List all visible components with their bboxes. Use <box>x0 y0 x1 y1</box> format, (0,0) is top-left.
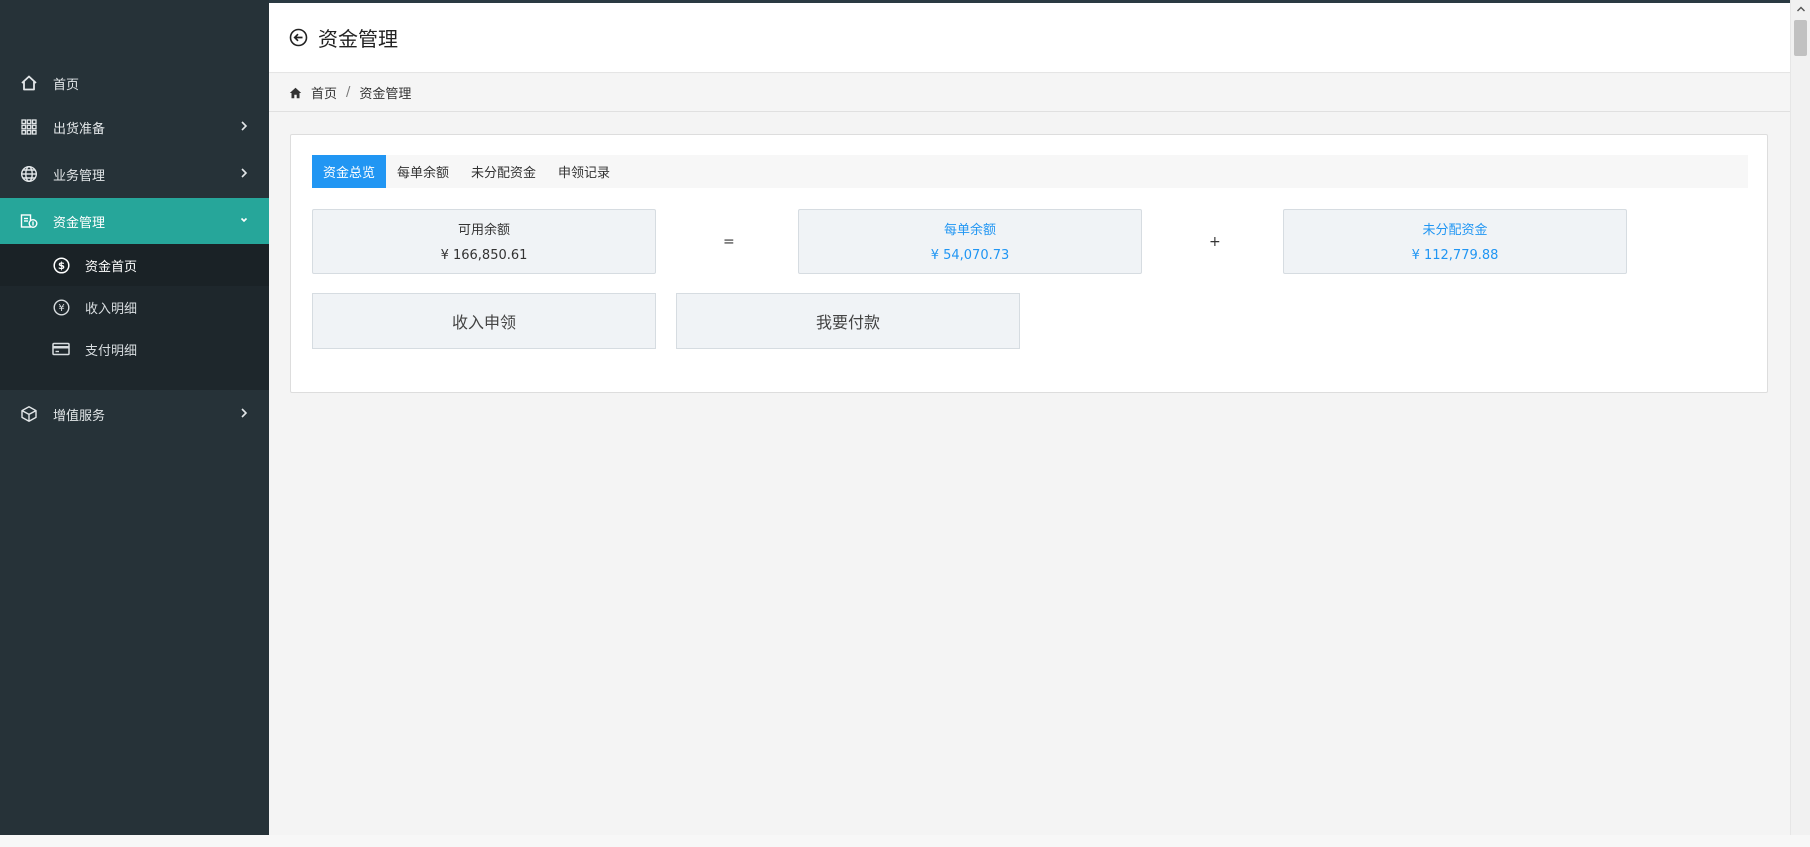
sidebar-subitem-income[interactable]: ¥ 收入明细 <box>0 286 269 328</box>
bottom-strip <box>0 835 1810 847</box>
per-order-balance-value: ¥ 54,070.73 <box>930 248 1010 263</box>
credit-card-icon <box>51 339 71 359</box>
sidebar-item-label: 首页 <box>53 77 80 93</box>
chevron-right-icon <box>239 166 249 184</box>
tab-bar: 资金总览 每单余额 未分配资金 申领记录 <box>312 155 1748 188</box>
breadcrumb-home-link[interactable]: 首页 <box>311 83 337 102</box>
breadcrumb-separator: / <box>346 85 351 100</box>
tab-funds-overview[interactable]: 资金总览 <box>312 155 387 188</box>
breadcrumb-current: 资金管理 <box>359 87 412 102</box>
claim-income-button[interactable]: 收入申领 <box>312 293 656 349</box>
sidebar: 首页 出货准备 业务管理 资金管理 $ 资金首页 ¥ 收入明细 支付明细 增值服… <box>0 0 269 835</box>
page-title: 资金管理 <box>318 27 398 51</box>
chevron-right-icon <box>239 119 249 137</box>
plus-sign: + <box>1209 234 1221 250</box>
funds-overview-panel: 资金总览 每单余额 未分配资金 申领记录 可用余额 ¥ 166,850.61 =… <box>290 134 1768 393</box>
sidebar-item-business[interactable]: 业务管理 <box>0 151 269 197</box>
svg-text:¥: ¥ <box>58 303 64 314</box>
scrollbar-thumb[interactable] <box>1794 20 1807 56</box>
sidebar-item-home[interactable]: 首页 <box>0 60 269 106</box>
available-balance-value: ¥ 166,850.61 <box>440 248 528 263</box>
sidebar-subitem-label: 收入明细 <box>85 301 138 317</box>
cube-icon <box>19 404 39 424</box>
available-balance-card: 可用余额 ¥ 166,850.61 <box>312 209 656 274</box>
sidebar-item-label: 资金管理 <box>53 215 106 231</box>
sidebar-subitem-label: 资金首页 <box>85 259 138 275</box>
sidebar-item-funds[interactable]: 资金管理 <box>0 198 269 244</box>
per-order-balance-card[interactable]: 每单余额 ¥ 54,070.73 <box>798 209 1142 274</box>
sidebar-item-value-added[interactable]: 增值服务 <box>0 391 269 437</box>
make-payment-button[interactable]: 我要付款 <box>676 293 1020 349</box>
dollar-circle-icon: $ <box>51 255 71 275</box>
money-icon <box>19 211 39 231</box>
tab-unallocated-funds[interactable]: 未分配资金 <box>460 155 547 188</box>
sidebar-item-label: 出货准备 <box>53 121 106 137</box>
equals-sign: = <box>723 234 735 250</box>
globe-icon <box>19 164 39 184</box>
sidebar-subitem-label: 支付明细 <box>85 343 138 359</box>
per-order-balance-label: 每单余额 <box>943 223 996 238</box>
tab-per-order-balance[interactable]: 每单余额 <box>386 155 460 188</box>
sidebar-item-label: 增值服务 <box>53 408 106 424</box>
chevron-down-icon <box>239 213 249 231</box>
home-icon <box>289 87 302 99</box>
yen-circle-icon: ¥ <box>51 297 71 317</box>
unallocated-funds-label: 未分配资金 <box>1422 223 1488 238</box>
available-balance-label: 可用余额 <box>457 223 510 238</box>
breadcrumb: 首页 / 资金管理 <box>269 74 1790 112</box>
home-icon <box>19 73 39 93</box>
chevron-right-icon <box>239 406 249 424</box>
sidebar-subitem-payment[interactable]: 支付明细 <box>0 328 269 370</box>
vertical-scrollbar[interactable] <box>1790 0 1810 835</box>
grid-icon <box>19 117 39 137</box>
sidebar-item-shipping[interactable]: 出货准备 <box>0 104 269 150</box>
sidebar-item-label: 业务管理 <box>53 168 106 184</box>
scroll-up-arrow-icon[interactable] <box>1791 0 1810 18</box>
unallocated-funds-value: ¥ 112,779.88 <box>1411 248 1499 263</box>
page-header: 资金管理 <box>269 3 1790 73</box>
sidebar-submenu: $ 资金首页 ¥ 收入明细 支付明细 <box>0 244 269 390</box>
unallocated-funds-card[interactable]: 未分配资金 ¥ 112,779.88 <box>1283 209 1627 274</box>
sidebar-subitem-funds-home[interactable]: $ 资金首页 <box>0 244 269 286</box>
back-arrow-icon[interactable] <box>289 28 308 47</box>
svg-text:$: $ <box>58 261 65 272</box>
tab-claim-records[interactable]: 申领记录 <box>547 155 621 188</box>
